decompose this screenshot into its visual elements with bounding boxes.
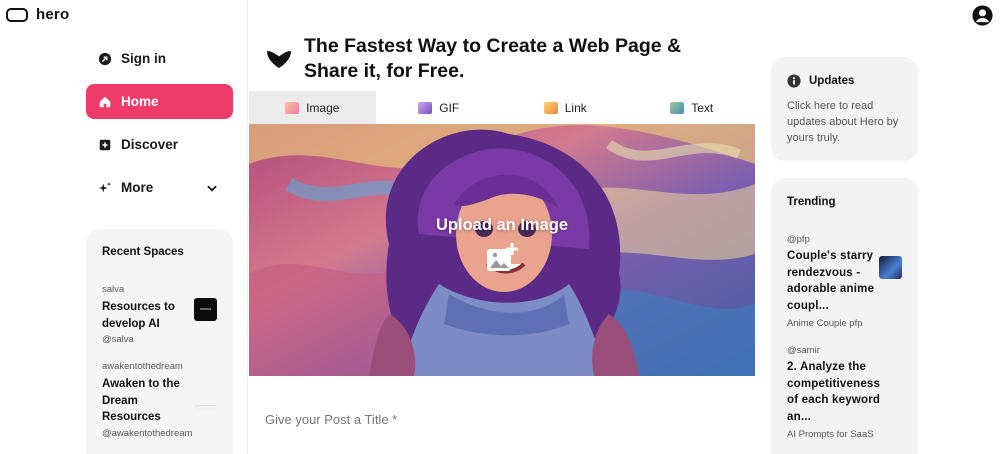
recent-space-item[interactable]: awakentothedream Awaken to the Dream Res…	[102, 361, 217, 439]
recent-spaces-panel: Recent Spaces salva Resources to develop…	[86, 229, 233, 454]
space-thumbnail	[194, 298, 217, 321]
space-owner: salva	[102, 284, 125, 295]
tab-text-label: Text	[691, 100, 714, 115]
page-headline: The Fastest Way to Create a Web Page & S…	[266, 34, 724, 84]
space-handle: @awakentothedream	[102, 427, 193, 439]
trending-item[interactable]: @pfp Couple's starry rendezvous - adorab…	[787, 234, 902, 329]
nav-sign-in[interactable]: Sign in	[86, 41, 233, 76]
space-thumbnail	[194, 405, 217, 411]
chevron-down-icon	[207, 185, 217, 192]
nav-more-label: More	[121, 180, 154, 195]
tab-text[interactable]: Text	[629, 91, 756, 124]
info-icon	[787, 74, 801, 88]
updates-heading: Updates	[809, 75, 855, 87]
sign-in-icon	[98, 52, 112, 65]
brand[interactable]: hero	[6, 6, 69, 23]
trend-owner: @pfp	[787, 234, 810, 245]
brand-name: hero	[36, 6, 70, 23]
trend-thumbnail	[879, 256, 902, 279]
account-icon[interactable]	[972, 5, 993, 26]
nav-sign-in-label: Sign in	[121, 51, 166, 66]
recent-space-item[interactable]: salva Resources to develop AI @salva	[102, 284, 217, 345]
space-handle: @salva	[102, 334, 134, 345]
nav-more[interactable]: More	[86, 170, 233, 205]
post-title-input[interactable]	[265, 412, 745, 427]
post-type-tabs: Image GIF Link Text	[249, 91, 755, 124]
space-owner: awakentothedream	[102, 361, 183, 372]
tab-link[interactable]: Link	[502, 91, 629, 124]
recent-spaces-heading: Recent Spaces	[102, 246, 184, 258]
trend-title: Couple's starry rendezvous - adorable an…	[787, 250, 875, 312]
trending-heading: Trending	[787, 196, 836, 208]
gif-icon	[418, 101, 433, 114]
tab-image-label: Image	[306, 100, 340, 115]
updates-card[interactable]: Updates Click here to read updates about…	[771, 57, 918, 161]
text-icon	[670, 101, 685, 114]
updates-body: Click here to read updates about Hero by…	[787, 100, 899, 144]
upload-label: Upload an Image	[435, 216, 569, 234]
tab-link-label: Link	[564, 100, 587, 115]
main-nav: Sign in Home Discover More	[86, 41, 233, 213]
upload-image-dropzone[interactable]: Upload an Image	[249, 124, 755, 376]
trend-space: AI Prompts for SaaS	[787, 429, 874, 440]
tab-gif-label: GIF	[439, 100, 460, 115]
space-title: Resources to develop AI	[102, 301, 175, 330]
trend-title: 2. Analyze the competitiveness of each k…	[787, 361, 881, 423]
updates-header: Updates	[787, 74, 902, 88]
trend-space: Anime Couple pfp	[787, 318, 863, 329]
link-icon	[543, 101, 558, 114]
hero-logo-icon	[6, 7, 28, 22]
space-title: Awaken to the Dream Resources	[102, 378, 180, 423]
discover-icon	[99, 139, 111, 150]
nav-home[interactable]: Home	[86, 84, 233, 119]
tab-gif[interactable]: GIF	[376, 91, 503, 124]
add-image-icon	[487, 243, 518, 271]
trending-panel: Trending @pfp Couple's starry rendezvous…	[771, 178, 918, 454]
headline-text: The Fastest Way to Create a Web Page & S…	[304, 35, 682, 82]
upload-prompt[interactable]: Upload an Image	[249, 216, 755, 273]
home-icon	[99, 96, 111, 107]
sparkle-icon	[98, 181, 111, 192]
tab-image[interactable]: Image	[249, 91, 376, 124]
trend-owner: @samir	[787, 345, 820, 356]
nav-discover[interactable]: Discover	[86, 127, 233, 162]
nav-discover-label: Discover	[121, 137, 179, 152]
image-icon	[285, 101, 300, 114]
trending-item[interactable]: @samir 2. Analyze the competitiveness of…	[787, 345, 902, 440]
hero-heart-logo-icon	[267, 51, 291, 68]
nav-home-label: Home	[121, 94, 159, 109]
